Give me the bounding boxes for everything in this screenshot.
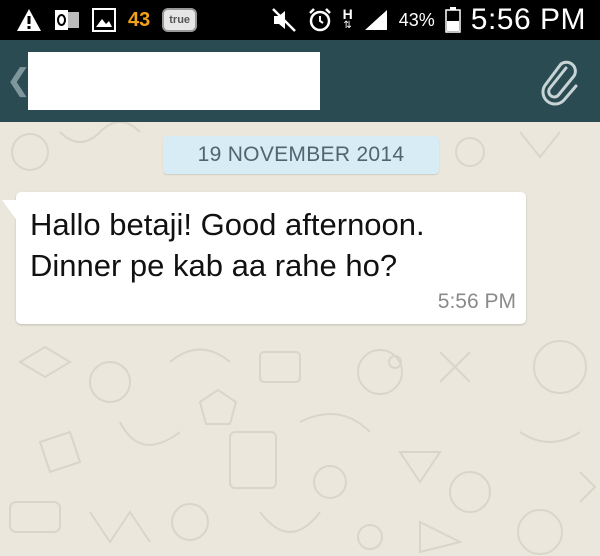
message-text: Hallo betaji! Good afternoon. Dinner pe … — [30, 204, 520, 286]
status-left-icons: 43 true — [16, 0, 198, 40]
bubble-tail — [2, 200, 18, 222]
status-right-icons: H ⇅ 43% 5:56 PM — [271, 0, 586, 40]
notification-count: 43 — [128, 8, 151, 31]
contact-name-redacted[interactable] — [28, 52, 320, 110]
message-line: Dinner pe kab aa rahe ho? — [30, 248, 398, 283]
chat-action-bar: ❮ — [0, 40, 600, 122]
chat-area[interactable]: 19 NOVEMBER 2014 Hallo betaji! Good afte… — [0, 122, 600, 556]
attach-icon[interactable] — [536, 58, 584, 106]
doodle-wallpaper — [9, 122, 597, 555]
battery-icon — [445, 7, 461, 33]
back-icon[interactable]: ❮ — [6, 64, 31, 98]
date-divider: 19 NOVEMBER 2014 — [163, 136, 439, 174]
message-timestamp: 5:56 PM — [437, 290, 516, 313]
status-clock: 5:56 PM — [470, 3, 586, 36]
mute-icon — [271, 7, 297, 33]
alarm-icon — [307, 7, 333, 33]
signal-icon — [363, 8, 389, 32]
incoming-message-bubble[interactable]: Hallo betaji! Good afternoon. Dinner pe … — [2, 192, 526, 324]
network-type-label: H — [342, 6, 353, 22]
status-bar: 43 true H ⇅ 43% 5:56 PM — [0, 0, 600, 40]
network-h-icon: H ⇅ — [342, 6, 353, 31]
warning-icon — [16, 8, 42, 32]
network-arrows-icon: ⇅ — [343, 20, 352, 31]
message-line: Hallo betaji! Good afternoon. — [30, 207, 425, 242]
gallery-icon — [92, 8, 116, 32]
battery-percent: 43% — [398, 9, 435, 30]
true-badge-icon: true — [162, 8, 198, 32]
outlook-icon — [54, 8, 80, 32]
